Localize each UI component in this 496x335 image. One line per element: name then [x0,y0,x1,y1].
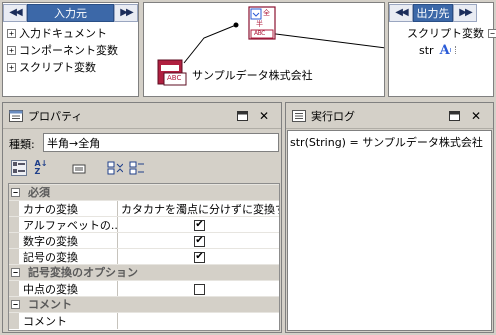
property-row[interactable]: 中点の変換 [9,280,279,297]
property-row[interactable]: 記号の変換 ✔ [9,248,279,265]
collapse-left-button[interactable]: ◀◀ [3,3,27,22]
property-pages-icon[interactable] [71,163,87,175]
property-name: 記号の変換 [19,249,118,265]
expand-icon[interactable]: + [7,62,16,72]
restore-window-icon[interactable] [447,109,461,123]
expand-icon[interactable]: + [7,45,16,55]
log-title-bar: 実行ログ ✕ [286,103,493,129]
symbol-convert-checkbox[interactable]: ✔ [194,251,205,263]
property-grid: − 必須 カナの変換 カタカナを濁点に分けずに変換する アルファベットの... … [8,183,280,331]
type-label: 種類: [9,138,35,151]
properties-icon [9,109,23,122]
categorized-view-icon[interactable] [11,160,27,176]
category-label: コメント [28,298,72,311]
collapse-all-icon[interactable] [129,161,145,175]
tree-item-label: コンポーネント変数 [19,44,118,57]
tree-item-var-str[interactable]: str A ı [419,42,456,58]
string-variable-icon-mark: ı [449,46,452,54]
alphabet-convert-checkbox[interactable]: ✔ [194,219,205,231]
property-row[interactable]: コメント [9,312,279,329]
input-pane-header: ◀◀ 入力元 ▶▶ [3,3,138,22]
category-label: 記号変換のオプション [28,266,138,279]
tree-item-component-vars[interactable]: + コンポーネント変数 [7,42,118,58]
node-label: サンプルデータ株式会社 [192,69,313,82]
category-row-comment[interactable]: − コメント [9,296,279,312]
output-pane: ◀◀ 出力先 ▶▶ スクリプト変数 − str A ı [388,2,496,97]
execution-log-pane: 実行ログ ✕ str(String) = サンプルデータ株式会社 [285,102,494,333]
property-value[interactable]: カタカナを濁点に分けずに変換する [118,201,279,217]
tree-item-script-vars[interactable]: スクリプト変数 − [407,25,496,41]
output-pane-title: 出力先 [413,3,453,22]
number-convert-checkbox[interactable]: ✔ [194,235,205,247]
properties-pane: プロパティ ✕ 種類: 半角→全角 A↓ Z − 必須 カナの変換 カタカナを濁点… [2,102,282,333]
category-row-symbol-options[interactable]: − 記号変換のオプション [9,264,279,280]
tree-item-label: 入力ドキュメント [19,27,107,40]
tree-connector [454,46,456,54]
tree-item-script-vars[interactable]: + スクリプト変数 [7,59,96,75]
alphabetical-sort-icon[interactable]: A↓ Z [33,160,49,176]
icon-char-mid: 半 [256,20,263,28]
source-text-icon[interactable]: ABC [157,57,189,87]
category-row-required[interactable]: − 必須 [9,184,279,200]
tree-item-label: スクリプト変数 [19,61,96,74]
type-value: 半角→全角 [47,136,101,150]
log-icon [292,109,306,122]
property-name: 数字の変換 [19,233,118,249]
properties-title-bar: プロパティ ✕ [3,103,281,129]
collapse-icon[interactable]: − [488,28,496,38]
tree-item-label: スクリプト変数 [407,27,484,40]
expand-icon[interactable]: + [7,28,16,38]
property-name: カナの変換 [19,201,118,217]
property-name: コメント [19,313,118,329]
tree-item-input-document[interactable]: + 入力ドキュメント [7,25,107,41]
property-row[interactable]: アルファベットの... ✔ [9,216,279,233]
collapse-icon[interactable]: − [11,300,20,309]
property-name: 中点の変換 [19,281,118,297]
input-pane: ◀◀ 入力元 ▶▶ + 入力ドキュメント + コンポーネント変数 + スクリプト… [2,2,139,97]
property-row[interactable]: カナの変換 カタカナを濁点に分けずに変換する [9,200,279,217]
icon-char-bottom: ABC [254,30,265,37]
convert-component-icon[interactable]: 全 半 ABC [248,6,278,42]
restore-window-icon[interactable] [235,109,249,123]
log-content[interactable]: str(String) = サンプルデータ株式会社 [287,130,492,331]
expand-right-button[interactable]: ▶▶ [453,3,477,22]
mapping-canvas[interactable]: 全 半 ABC ABC サンプルデータ株式会社 [143,2,385,97]
properties-title: プロパティ [28,109,83,123]
input-pane-title: 入力元 [27,3,114,22]
expand-all-icon[interactable] [107,161,124,175]
variable-label: str [419,43,434,57]
close-icon[interactable]: ✕ [257,109,271,123]
log-title: 実行ログ [311,109,355,123]
middle-dot-convert-checkbox[interactable] [194,283,205,295]
property-row[interactable]: 数字の変換 ✔ [9,232,279,249]
property-name: アルファベットの... [19,217,118,233]
log-entry: str(String) = サンプルデータ株式会社 [290,136,483,149]
type-field[interactable]: 半角→全角 [43,133,279,152]
property-value[interactable] [118,313,279,329]
category-label: 必須 [28,186,50,199]
collapse-icon[interactable]: − [11,268,20,277]
output-pane-header: ◀◀ 出力先 ▶▶ [389,3,477,22]
collapse-left-button[interactable]: ◀◀ [389,3,413,22]
collapse-icon[interactable]: − [11,188,20,197]
close-icon[interactable]: ✕ [469,109,483,123]
string-variable-icon: A [439,42,450,58]
icon-char-source: ABC [167,74,182,82]
icon-char-top: 全 [263,9,270,17]
expand-right-button[interactable]: ▶▶ [114,3,138,22]
